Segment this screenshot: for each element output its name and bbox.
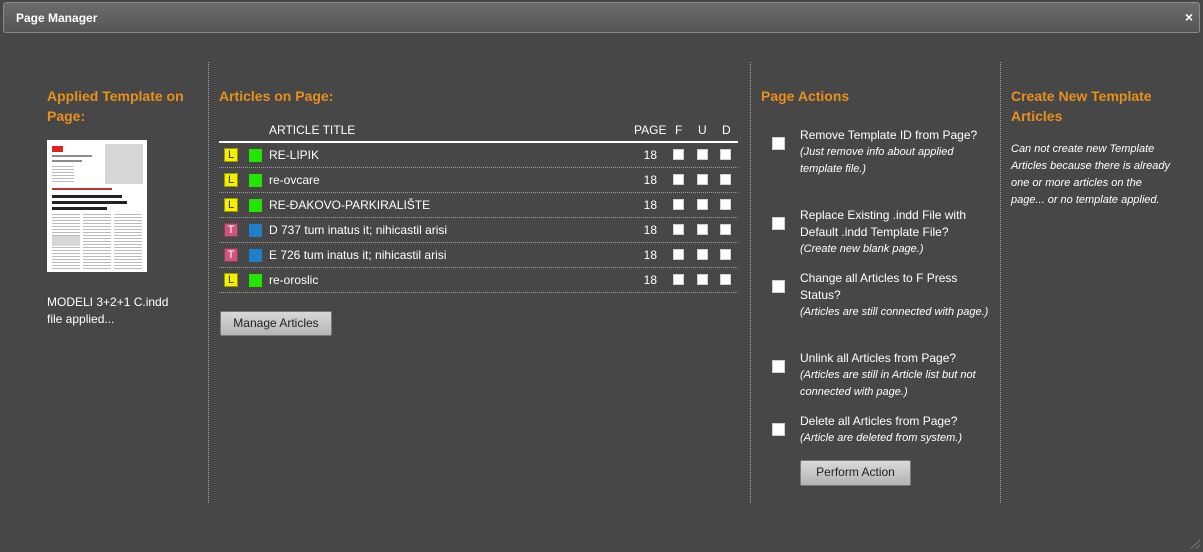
- article-type-badge: L: [224, 273, 238, 287]
- action-note: (Article are deleted from system.): [800, 432, 962, 444]
- article-type-badge: L: [224, 198, 238, 212]
- action-note: (Articles are still connected with page.…: [800, 306, 989, 318]
- article-status-swatch: [249, 149, 262, 162]
- create-articles-note: Can not create new Template Articles bec…: [1011, 143, 1170, 206]
- u-checkbox[interactable]: [697, 199, 708, 210]
- action-label: Change all Articles to F Press Status?: [800, 271, 958, 302]
- u-checkbox[interactable]: [697, 224, 708, 235]
- d-checkbox[interactable]: [720, 149, 731, 160]
- article-title: re-oroslic: [269, 273, 319, 287]
- column-divider: [208, 62, 209, 503]
- table-row[interactable]: L RE-ĐAKOVO-PARKIRALIŠTE 18: [219, 193, 738, 218]
- applied-template-text: MODELI 3+2+1 C.indd file applied...: [47, 295, 169, 326]
- article-page: 18: [643, 173, 657, 187]
- article-type-badge: L: [224, 173, 238, 187]
- column-header-f: F: [675, 123, 683, 137]
- article-type-badge: L: [224, 148, 238, 162]
- action-checkbox[interactable]: [772, 360, 785, 373]
- thumb-logo: [52, 146, 63, 152]
- f-checkbox[interactable]: [673, 149, 684, 160]
- article-title: E 726 tum inatus it; nihicastil arisi: [269, 248, 447, 262]
- article-status-swatch: [249, 199, 262, 212]
- column-header-title: ARTICLE TITLE: [269, 123, 356, 137]
- f-checkbox[interactable]: [673, 174, 684, 185]
- action-checkbox[interactable]: [772, 217, 785, 230]
- article-type-badge: T: [224, 248, 238, 262]
- article-page: 18: [643, 223, 657, 237]
- template-thumbnail[interactable]: [47, 140, 147, 272]
- page-actions-heading: Page Actions: [761, 88, 850, 104]
- article-status-swatch: [249, 274, 262, 287]
- action-note: (Create new blank page.): [800, 243, 924, 255]
- table-row[interactable]: Lre-ovcare 18: [219, 168, 738, 193]
- article-page: 18: [643, 273, 657, 287]
- f-checkbox[interactable]: [673, 224, 684, 235]
- action-label: Unlink all Articles from Page?: [800, 351, 957, 365]
- f-checkbox[interactable]: [673, 199, 684, 210]
- column-header-u: U: [698, 123, 707, 137]
- action-note: (Articles are still in Article list but …: [800, 369, 976, 398]
- d-checkbox[interactable]: [720, 274, 731, 285]
- u-checkbox[interactable]: [697, 274, 708, 285]
- column-divider: [750, 62, 751, 503]
- applied-template-heading: Applied Template on Page:: [47, 88, 184, 124]
- table-header: ARTICLE TITLE PAGE F U D: [219, 120, 738, 143]
- article-title: re-ovcare: [269, 173, 320, 187]
- d-checkbox[interactable]: [720, 249, 731, 260]
- article-title: RE-LIPIK: [269, 148, 320, 162]
- article-status-swatch: [249, 224, 262, 237]
- action-note: (Just remove info about applied template…: [800, 146, 954, 175]
- action-checkbox[interactable]: [772, 137, 785, 150]
- table-row[interactable]: T E 726 tum inatus it; nihicastil arisi 18: [219, 243, 738, 268]
- action-checkbox[interactable]: [772, 423, 785, 436]
- d-checkbox[interactable]: [720, 224, 731, 235]
- article-status-swatch: [249, 174, 262, 187]
- resize-grip-icon[interactable]: [1190, 539, 1200, 549]
- d-checkbox[interactable]: [720, 174, 731, 185]
- article-title: D 737 tum inatus it; nihicastil arisi: [269, 223, 448, 237]
- column-header-d: D: [722, 123, 731, 137]
- f-checkbox[interactable]: [673, 249, 684, 260]
- action-label: Delete all Articles from Page?: [800, 414, 958, 428]
- action-label: Remove Template ID from Page?: [800, 128, 978, 142]
- table-row[interactable]: Lre-oroslic 18: [219, 268, 738, 293]
- u-checkbox[interactable]: [697, 149, 708, 160]
- manage-articles-button[interactable]: Manage Articles: [220, 311, 332, 336]
- u-checkbox[interactable]: [697, 249, 708, 260]
- d-checkbox[interactable]: [720, 199, 731, 210]
- close-icon[interactable]: ×: [1185, 8, 1193, 26]
- article-page: 18: [643, 248, 657, 262]
- action-label: Replace Existing .indd File with Default…: [800, 208, 967, 239]
- u-checkbox[interactable]: [697, 174, 708, 185]
- table-row[interactable]: T D 737 tum inatus it; nihicastil arisi 18: [219, 218, 738, 243]
- column-divider: [1000, 62, 1001, 503]
- create-articles-heading: Create New Template Articles: [1011, 88, 1152, 124]
- f-checkbox[interactable]: [673, 274, 684, 285]
- perform-action-button[interactable]: Perform Action: [800, 460, 911, 486]
- article-status-swatch: [249, 249, 262, 262]
- article-title: RE-ĐAKOVO-PARKIRALIŠTE: [269, 198, 431, 212]
- title-bar: Page Manager ×: [3, 2, 1200, 33]
- action-checkbox[interactable]: [772, 280, 785, 293]
- article-type-badge: T: [224, 223, 238, 237]
- article-page: 18: [643, 198, 657, 212]
- articles-table: ARTICLE TITLE PAGE F U D L RE-LIPIK 18 Lre-…: [219, 120, 738, 293]
- window-title: Page Manager: [16, 11, 98, 25]
- articles-heading: Articles on Page:: [219, 88, 334, 104]
- table-row[interactable]: L RE-LIPIK 18: [219, 143, 738, 168]
- column-header-page: PAGE: [634, 123, 667, 137]
- article-page: 18: [643, 148, 657, 162]
